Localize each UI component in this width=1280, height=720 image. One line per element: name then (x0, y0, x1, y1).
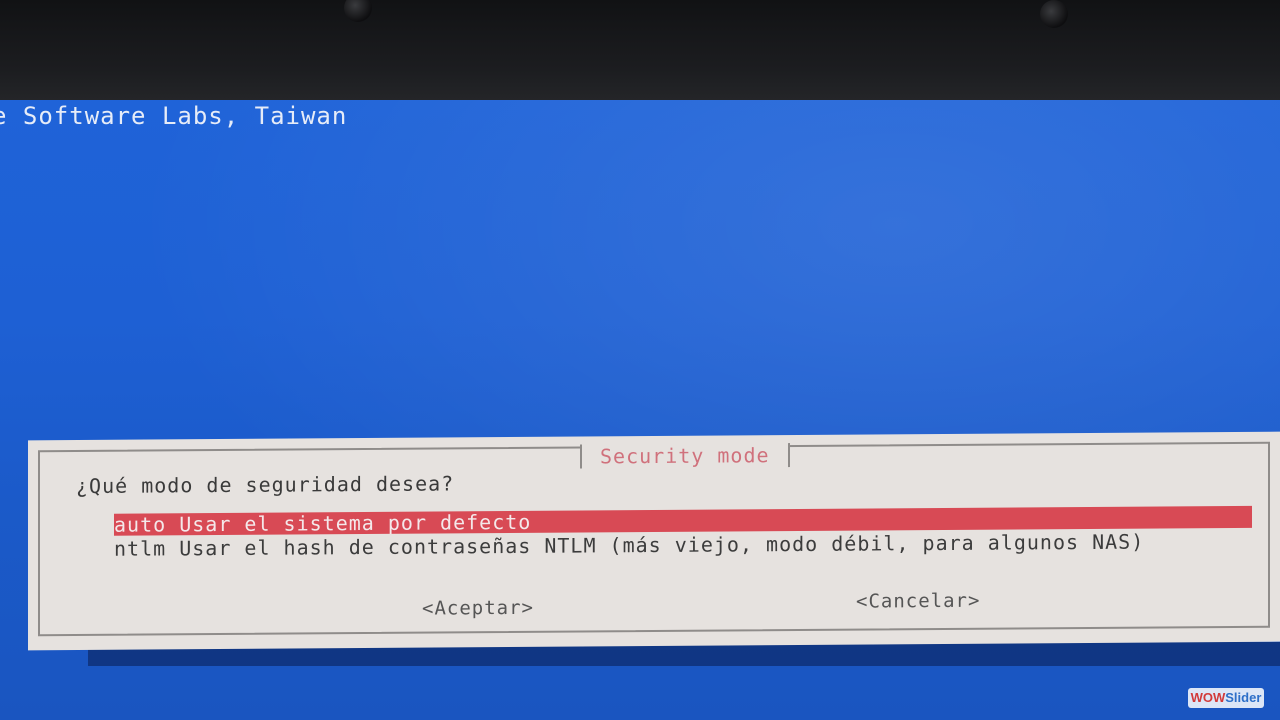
option-ntlm[interactable]: ntlm Usar el hash de contraseñas NTLM (m… (114, 530, 1144, 561)
watermark-part1: WOW (1190, 690, 1226, 705)
dialog-frame: Security mode ¿Qué modo de seguridad des… (38, 441, 1270, 637)
accept-button[interactable]: <Aceptar> (422, 597, 534, 620)
wowslider-watermark: WOWSlider (1188, 688, 1264, 708)
monitor-bezel (0, 0, 1280, 100)
cancel-button[interactable]: <Cancelar> (856, 590, 980, 613)
watermark-part2: Slider (1225, 690, 1262, 705)
security-mode-dialog: Security mode ¿Qué modo de seguridad des… (28, 431, 1280, 651)
bezel-screw-right (1040, 0, 1068, 28)
dialog-question: ¿Qué modo de seguridad desea? (76, 471, 455, 499)
dialog-title: Security mode (580, 443, 790, 469)
background-title: e Software Labs, Taiwan (0, 102, 348, 130)
bezel-screw-left (344, 0, 372, 22)
